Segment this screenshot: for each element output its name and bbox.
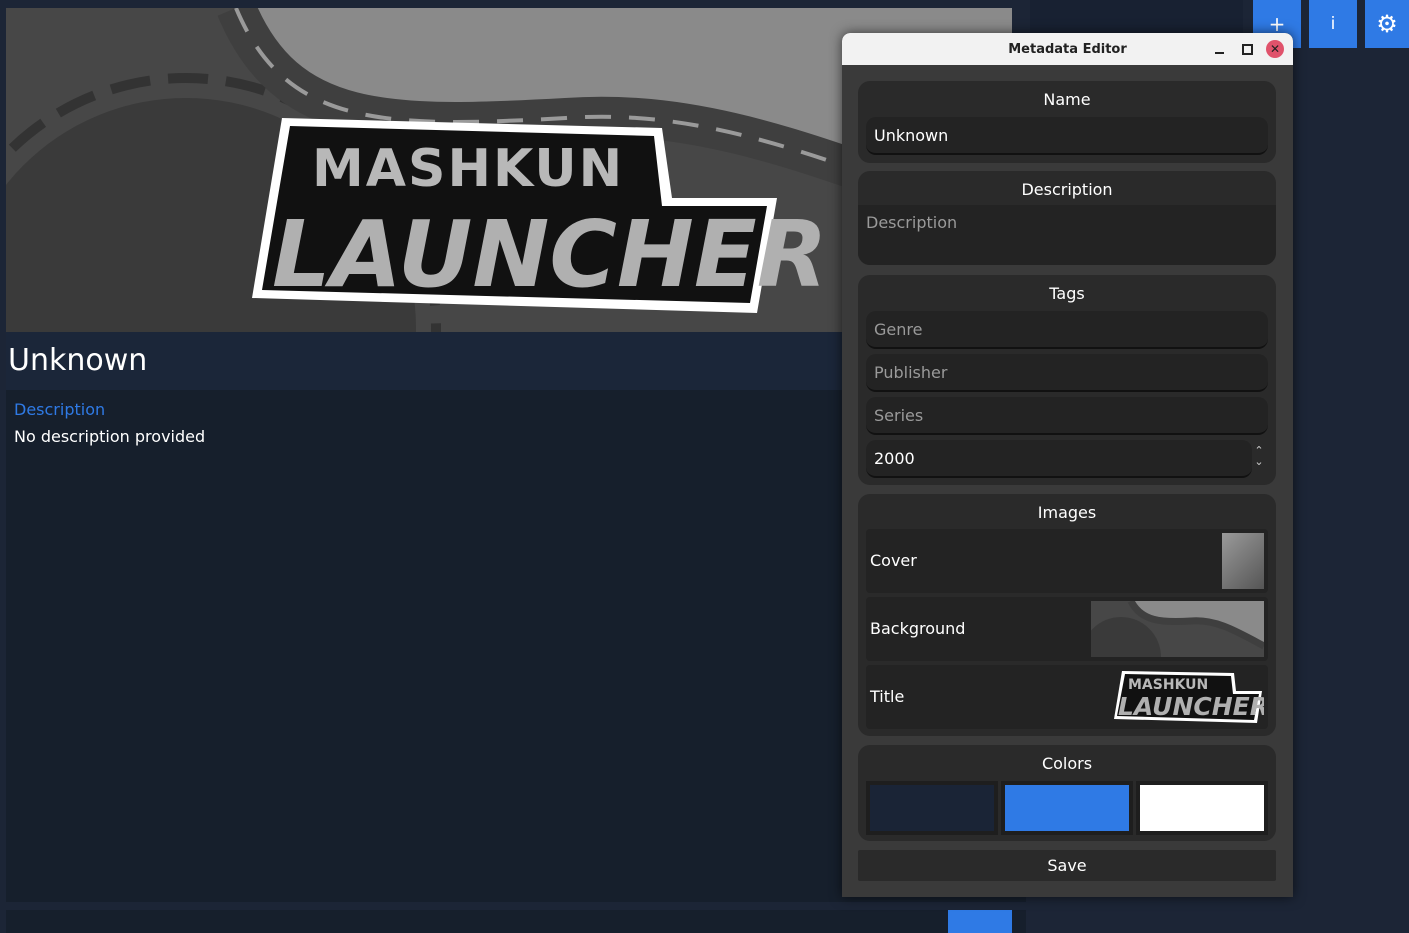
bottom-bar — [6, 910, 1026, 933]
name-input[interactable]: Unknown — [866, 117, 1268, 155]
name-section-title: Name — [1043, 90, 1091, 109]
info-button[interactable]: i — [1309, 0, 1357, 48]
close-icon: ✕ — [1269, 42, 1281, 56]
genre-input[interactable]: Genre — [866, 311, 1268, 349]
dialog-title: Metadata Editor — [1008, 41, 1127, 57]
year-spin-arrows[interactable]: ⌃ ⌄ — [1252, 445, 1266, 473]
year-value: 2000 — [874, 449, 915, 468]
gear-icon: ⚙ — [1376, 10, 1398, 38]
logo-line1: MASHKUN — [312, 139, 624, 199]
title-thumbnail: MASHKUN LAUNCHER — [1114, 671, 1264, 723]
title-image-row[interactable]: Title MASHKUN LAUNCHER — [866, 665, 1268, 729]
background-thumbnail — [1091, 601, 1264, 657]
cover-label: Cover — [870, 551, 917, 570]
publisher-input[interactable]: Publisher — [866, 354, 1268, 392]
background-label: Background — [870, 619, 966, 638]
color-swatch-text[interactable] — [1136, 781, 1268, 835]
play-button[interactable] — [948, 910, 1012, 933]
description-section-title: Description — [1021, 180, 1113, 199]
tags-section-title: Tags — [1049, 284, 1085, 303]
chevron-down-icon[interactable]: ⌄ — [1252, 456, 1266, 467]
background-image-row[interactable]: Background — [866, 597, 1268, 661]
dialog-titlebar[interactable]: Metadata Editor ✕ — [842, 33, 1293, 65]
colors-section-title: Colors — [1041, 754, 1093, 773]
title-label: Title — [870, 687, 905, 706]
logo-line2: LAUNCHER — [272, 201, 828, 308]
thumb-logo-line1: MASHKUN — [1128, 677, 1208, 693]
images-section-title: Images — [1037, 503, 1097, 522]
close-button[interactable]: ✕ — [1266, 40, 1284, 58]
thumb-logo-line2: LAUNCHER — [1118, 692, 1264, 721]
tags-section: Tags Genre Publisher Series 2000 ⌃ ⌄ — [858, 275, 1276, 485]
maximize-button[interactable] — [1238, 40, 1256, 58]
description-textarea[interactable]: Description — [858, 205, 1276, 265]
description-section: Description Description — [858, 171, 1276, 265]
settings-button[interactable]: ⚙ — [1365, 0, 1409, 48]
cover-image-row[interactable]: Cover — [866, 529, 1268, 593]
save-button[interactable]: Save — [858, 850, 1276, 881]
info-icon: i — [1330, 14, 1336, 34]
series-input[interactable]: Series — [866, 397, 1268, 435]
year-spinbox[interactable]: 2000 — [866, 440, 1252, 478]
images-section: Images Cover Background Title MASHKUN LA… — [858, 494, 1276, 736]
colors-section: Colors — [858, 745, 1276, 841]
metadata-editor-dialog: Metadata Editor ✕ Name Unknown Descripti… — [842, 33, 1293, 897]
name-section: Name Unknown — [858, 81, 1276, 163]
minimize-button[interactable] — [1210, 40, 1228, 58]
color-swatch-background[interactable] — [866, 781, 998, 835]
color-swatch-accent[interactable] — [1001, 781, 1133, 835]
cover-thumbnail — [1222, 533, 1264, 589]
